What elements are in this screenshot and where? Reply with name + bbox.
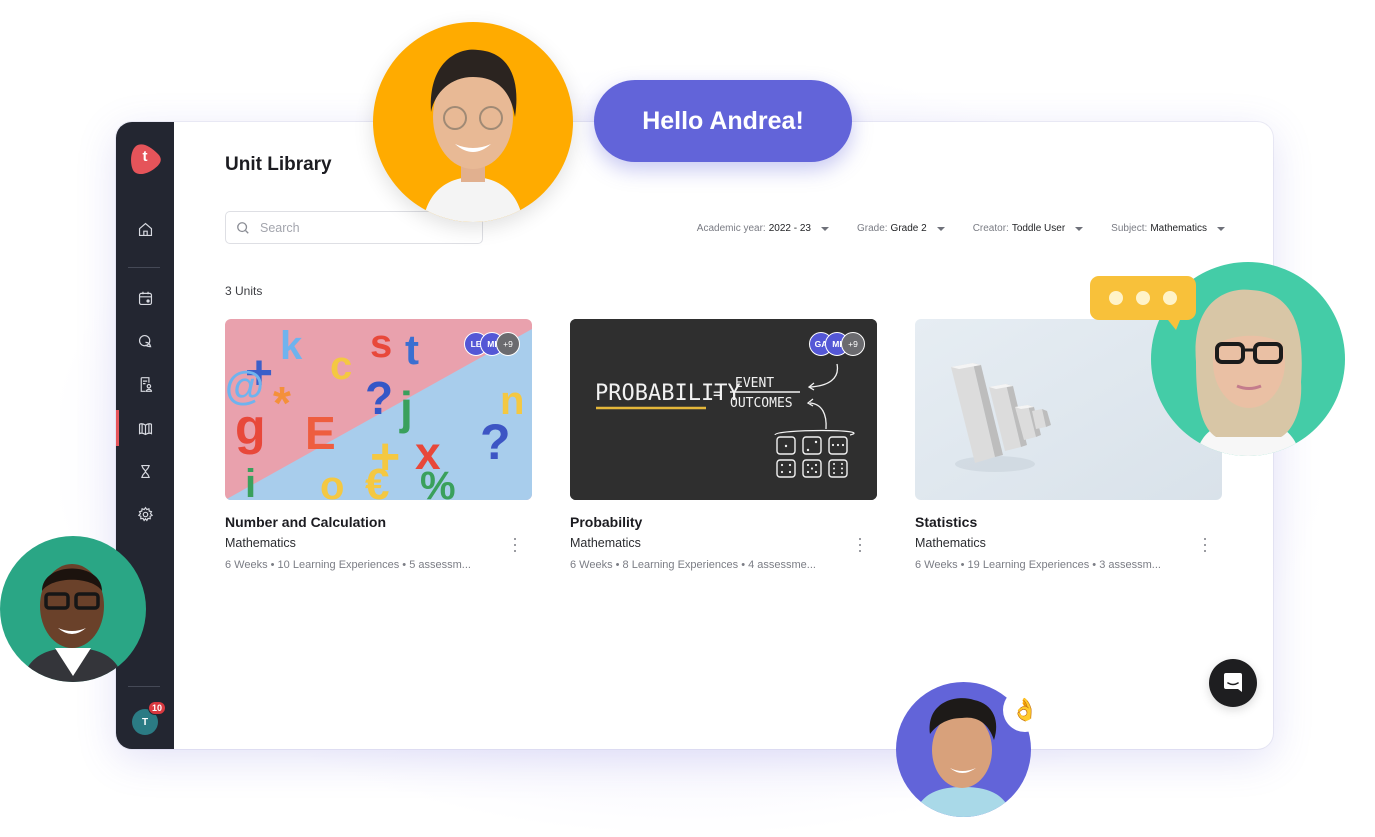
caret-down-icon	[1217, 226, 1225, 231]
home-icon[interactable]	[135, 219, 155, 239]
typing-indicator-bubble	[1090, 276, 1196, 331]
logo-letter: t	[142, 148, 148, 165]
unit-title[interactable]: Statistics	[915, 514, 1222, 530]
collaborator-avatars[interactable]: LE MI +9	[464, 332, 520, 356]
page-title: Unit Library	[225, 154, 332, 175]
svg-text:s: s	[370, 322, 392, 366]
user-initial: T	[141, 716, 149, 728]
svg-text:c: c	[330, 344, 352, 388]
active-indicator	[116, 410, 119, 446]
notification-count: 10	[152, 703, 163, 713]
chat-bubbles-icon[interactable]	[135, 331, 155, 351]
unit-meta: 6 Weeks • 10 Learning Experiences • 5 as…	[225, 559, 471, 571]
toddle-logo[interactable]: t	[128, 142, 162, 176]
svg-text:%: %	[420, 464, 456, 500]
svg-text:@: @	[225, 364, 264, 408]
svg-text:E: E	[305, 407, 336, 459]
search-icon	[237, 221, 249, 234]
grade-filter[interactable]: Grade: Grade 2	[857, 223, 945, 234]
persona-teacher-left	[0, 536, 146, 682]
unit-meta: 6 Weeks • 8 Learning Experiences • 4 ass…	[570, 559, 816, 571]
svg-text:j: j	[399, 382, 413, 434]
more-options-icon[interactable]	[510, 536, 520, 554]
filter-value: Toddle User	[1011, 223, 1066, 234]
unit-card[interactable]: PROBABILITY = EVENT OUTCOMES GA MI +9 Pr…	[570, 319, 877, 571]
caret-down-icon	[820, 226, 829, 231]
svg-text:*: *	[273, 377, 291, 429]
more-count: +9	[503, 339, 513, 349]
person-avatar-icon	[22, 564, 124, 682]
svg-text:n: n	[500, 379, 524, 423]
filter-label: Academic year:	[696, 223, 766, 234]
main-content: Unit Library Academic year: 2022 - 23 Gr…	[174, 122, 1273, 749]
unit-thumbnail-letters[interactable]: + k c s t g * E ? j + x ? n i o € % @ LE…	[225, 319, 532, 500]
book-library-icon[interactable]	[135, 418, 155, 438]
filter-value: Grade 2	[890, 223, 927, 234]
unit-subject: Mathematics	[225, 536, 296, 550]
support-chat-button[interactable]	[1209, 659, 1257, 707]
gear-icon[interactable]	[135, 504, 155, 524]
collaborator-avatars[interactable]: GA MI +9	[809, 332, 865, 356]
creator-filter[interactable]: Creator: Toddle User	[972, 223, 1084, 234]
unit-subject: Mathematics	[570, 536, 641, 550]
notification-badge: 10	[148, 701, 167, 715]
marketing-stage: t T 10 Unit Library Search Academic year…	[0, 0, 1375, 837]
units-count: 3 Units	[225, 284, 263, 298]
more-collaborators: +9	[841, 332, 865, 356]
chalk-denominator: OUTCOMES	[730, 396, 793, 411]
unit-meta: 6 Weeks • 19 Learning Experiences • 3 as…	[915, 559, 1161, 571]
filter-bar: Academic year: 2022 - 23 Grade: Grade 2 …	[697, 223, 1225, 234]
filter-label: Subject:	[1111, 223, 1148, 234]
greeting-text: Hello Andrea!	[642, 106, 804, 135]
more-collaborators: +9	[496, 332, 520, 356]
filter-label: Creator:	[972, 223, 1009, 234]
caret-down-icon	[936, 226, 945, 231]
unit-thumbnail-probability[interactable]: PROBABILITY = EVENT OUTCOMES GA MI +9	[570, 319, 877, 500]
search-input[interactable]	[260, 220, 460, 235]
unit-card[interactable]: + k c s t g * E ? j + x ? n i o € % @ LE…	[225, 319, 532, 571]
ok-hand-emoji-bubble: 👌	[1003, 688, 1047, 732]
svg-text:?: ?	[365, 372, 393, 424]
unit-title[interactable]: Number and Calculation	[225, 514, 532, 530]
chalk-equals: =	[713, 384, 723, 403]
more-options-icon[interactable]	[855, 536, 865, 554]
app-window: t T 10 Unit Library Search Academic year…	[116, 122, 1273, 749]
calendar-icon[interactable]	[135, 288, 155, 308]
more-options-icon[interactable]	[1200, 536, 1210, 554]
filter-label: Grade:	[856, 223, 888, 234]
person-avatar-icon	[423, 49, 523, 222]
academic-year-filter[interactable]: Academic year: 2022 - 23	[697, 223, 829, 234]
greeting-bubble: Hello Andrea!	[594, 80, 852, 162]
svg-text:t: t	[405, 326, 419, 373]
hourglass-user-icon[interactable]	[135, 461, 155, 481]
chalk-numerator: EVENT	[735, 376, 774, 391]
filter-value: 2022 - 23	[768, 223, 811, 234]
sidebar-divider	[128, 267, 160, 268]
svg-text:o: o	[320, 464, 344, 500]
unit-subject: Mathematics	[915, 536, 986, 550]
subject-filter[interactable]: Subject: Mathematics	[1111, 223, 1225, 234]
sidebar-divider-bottom	[128, 686, 160, 687]
svg-text:i: i	[245, 462, 256, 500]
persona-andrea	[373, 22, 573, 222]
unit-title[interactable]: Probability	[570, 514, 877, 530]
svg-text:k: k	[280, 324, 303, 368]
ok-hand-icon: 👌	[1011, 697, 1039, 722]
student-report-icon[interactable]	[135, 374, 155, 394]
more-count: +9	[848, 339, 858, 349]
caret-down-icon	[1075, 226, 1084, 231]
chat-widget-icon	[1224, 673, 1242, 692]
svg-text:€: €	[365, 460, 389, 500]
filter-value: Mathematics	[1150, 223, 1207, 234]
